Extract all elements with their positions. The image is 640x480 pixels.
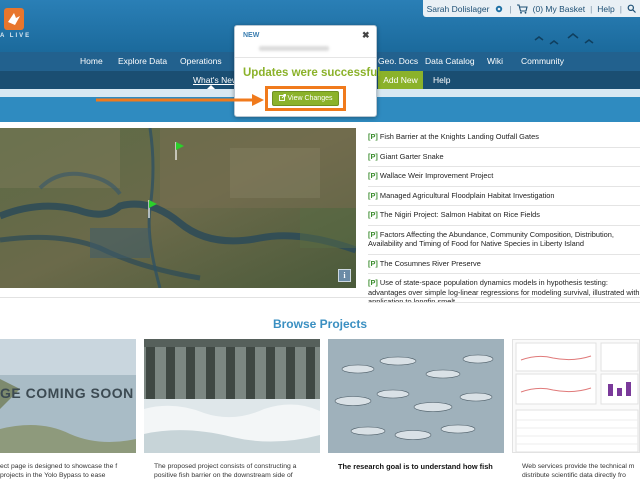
user-topbar: Sarah Dolislager | (0) My Basket | Help … — [422, 0, 640, 17]
coming-soon-text: GE COMING SOON — [0, 385, 134, 401]
nav-geo-docs[interactable]: Geo. Docs — [378, 56, 418, 66]
logo-text: A LIVE — [0, 33, 32, 39]
project-tag: [P] — [368, 278, 378, 287]
project-tag: [P] — [368, 229, 378, 239]
orange-arrow-icon — [96, 94, 264, 106]
project-title[interactable]: Giant Garter Snake — [380, 152, 444, 161]
project-title[interactable]: Use of state-space population dynamics m… — [368, 278, 640, 302]
external-link-icon — [278, 94, 286, 101]
separator: | — [619, 3, 622, 14]
separator: | — [590, 3, 593, 14]
nav-explore-data[interactable]: Explore Data — [118, 56, 167, 66]
nav-wiki[interactable]: Wiki — [487, 56, 503, 66]
project-list-item[interactable]: [P] Use of state-space population dynami… — [368, 274, 640, 303]
user-name[interactable]: Sarah Dolislager — [427, 4, 490, 14]
add-new-button[interactable]: Add New — [378, 71, 423, 89]
basket-link[interactable]: (0) My Basket — [533, 4, 585, 14]
project-list-item[interactable]: [P] Fish Barrier at the Knights Landing … — [368, 128, 640, 148]
subnav-help[interactable]: Help — [433, 75, 450, 85]
project-title[interactable]: The Cosumnes River Preserve — [380, 259, 481, 268]
separator: | — [509, 3, 512, 14]
project-card-description: Web services provide the technical m dis… — [522, 463, 635, 479]
dashboard-screenshot-image — [513, 340, 639, 452]
project-card-description: The proposed project consists of constru… — [154, 463, 297, 479]
nav-community[interactable]: Community — [521, 56, 564, 66]
site-logo[interactable] — [4, 8, 24, 30]
project-list-item[interactable]: [P] Factors Affecting the Abundance, Com… — [368, 226, 640, 255]
map-info-button[interactable]: i — [338, 269, 351, 282]
fish-barrier-image — [144, 339, 320, 453]
popup-blurred-subtitle — [259, 46, 329, 51]
project-card-description: ect page is designed to showcase the f p… — [0, 463, 118, 479]
section-divider — [0, 297, 640, 298]
popup-header: NEW — [243, 32, 260, 39]
gear-icon[interactable] — [494, 4, 504, 14]
project-tag: [P] — [368, 132, 378, 141]
project-title[interactable]: Fish Barrier at the Knights Landing Outf… — [380, 132, 539, 141]
project-card-description: The research goal is to understand how f… — [338, 462, 493, 471]
project-list-item[interactable]: [P] Wallace Weir Improvement Project — [368, 167, 640, 187]
map-imagery — [0, 128, 356, 288]
browse-projects-title: Browse Projects — [272, 317, 368, 331]
satellite-map[interactable] — [0, 128, 356, 288]
project-tag: [P] — [368, 151, 378, 161]
project-title[interactable]: Factors Affecting the Abundance, Communi… — [368, 230, 614, 249]
nav-data-catalog[interactable]: Data Catalog — [425, 56, 475, 66]
project-list-item[interactable]: [P] Managed Agricultural Floodplain Habi… — [368, 187, 640, 206]
project-card-image[interactable] — [328, 339, 504, 453]
nav-operations[interactable]: Operations — [180, 56, 222, 66]
view-changes-button[interactable]: View Changes — [272, 91, 339, 106]
project-list-item[interactable]: [P] The Cosumnes River Preserve — [368, 255, 640, 274]
project-title[interactable]: The Nigiri Project: Salmon Habitat on Ri… — [380, 210, 540, 219]
project-tag: [P] — [368, 190, 378, 200]
popup-divider — [235, 57, 376, 58]
project-list-item[interactable]: [P] The Nigiri Project: Salmon Habitat o… — [368, 206, 640, 226]
cart-icon[interactable] — [516, 3, 528, 14]
search-icon[interactable] — [627, 4, 636, 13]
project-title[interactable]: Managed Agricultural Floodplain Habitat … — [380, 191, 555, 200]
bird-logo-icon — [8, 13, 20, 25]
project-tag: [P] — [368, 210, 378, 219]
project-title[interactable]: Wallace Weir Improvement Project — [380, 171, 493, 180]
success-message: Updates were successful. — [243, 67, 384, 79]
project-card-image[interactable] — [144, 339, 320, 453]
fish-school-image — [328, 339, 504, 453]
subnav-whats-new[interactable]: What's New — [193, 75, 238, 85]
project-card-image[interactable]: GE COMING SOON — [0, 339, 136, 453]
birds-decoration-icon — [534, 32, 594, 45]
project-list: [P] Fish Barrier at the Knights Landing … — [368, 128, 640, 303]
close-icon[interactable]: ✖ — [362, 30, 370, 41]
project-list-item[interactable]: [P] Giant Garter Snake — [368, 148, 640, 167]
project-tag: [P] — [368, 171, 378, 180]
nav-home[interactable]: Home — [80, 56, 103, 66]
project-card-image[interactable] — [512, 339, 640, 453]
project-tag: [P] — [368, 258, 378, 268]
view-changes-label: View Changes — [287, 95, 333, 102]
help-link[interactable]: Help — [597, 4, 614, 14]
